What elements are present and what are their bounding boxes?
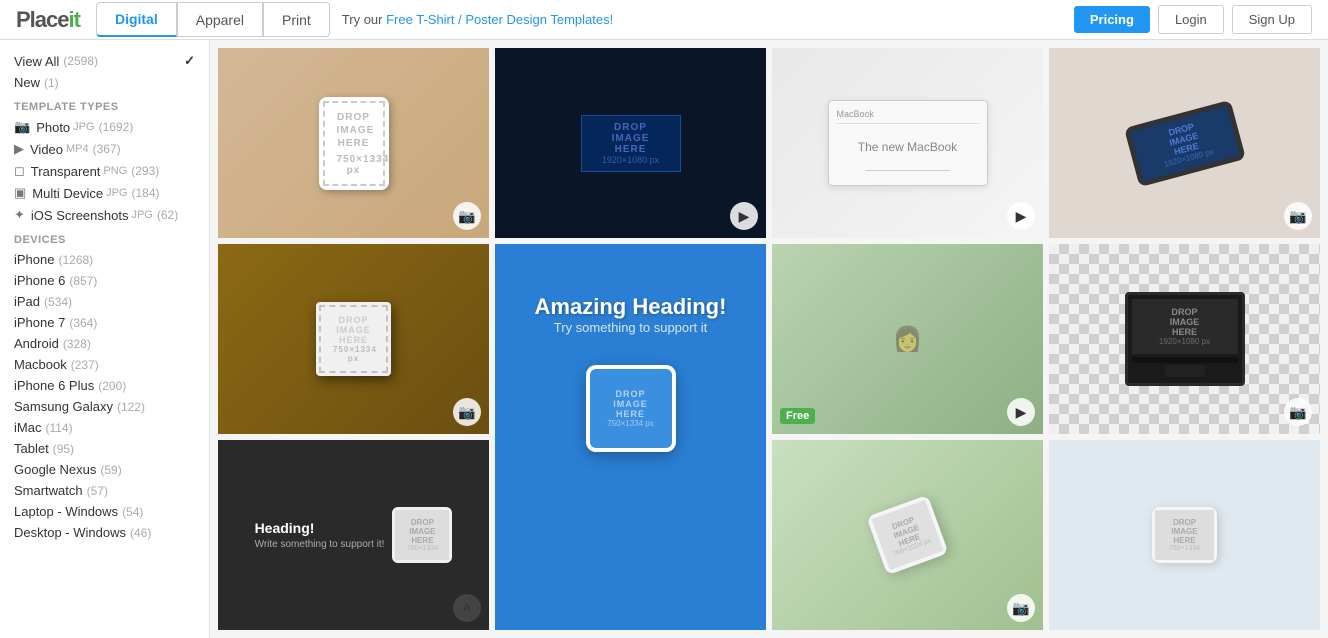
camera-icon-notebook: 📷 [453,398,481,426]
nav-tabs: Digital Apparel Print [96,2,330,37]
template-item-6[interactable]: Amazing Heading! Try something to suppor… [495,244,766,630]
template-item-7[interactable]: 👩 Free ▶ [772,244,1043,434]
sidebar-item-multi-device[interactable]: ▣ Multi Device JPG (184) [0,182,209,204]
sidebar-item-smartwatch[interactable]: Smartwatch (57) [0,480,209,501]
template-grid: DROPIMAGEHERE 750×1334 px 📷 DROPIMAGEHER… [218,48,1320,630]
template-item-10[interactable]: DROPIMAGEHERE 768×1024 px 📷 [772,440,1043,630]
transparent-icon: ◻ [14,163,25,179]
sidebar-item-desktop-windows[interactable]: Desktop - Windows (46) [0,522,209,543]
template-item-4[interactable]: DROPIMAGEHERE 1920×1080 px 📷 [1049,48,1320,238]
signup-button[interactable]: Sign Up [1232,5,1312,34]
checkmark-icon: ✓ [184,53,195,69]
pricing-button[interactable]: Pricing [1074,6,1150,33]
video-icon: ▶ [14,141,24,157]
sidebar-item-samsung[interactable]: Samsung Galaxy (122) [0,396,209,417]
promo-link[interactable]: Free T-Shirt / Poster Design Templates! [386,12,613,27]
sidebar-item-android[interactable]: Android (328) [0,333,209,354]
header-actions: Pricing Login Sign Up [1074,5,1312,34]
font-icon: A [453,594,481,622]
video-icon-woman: ▶ [1007,398,1035,426]
sidebar-item-iphone6[interactable]: iPhone 6 (857) [0,270,209,291]
template-item-1[interactable]: DROPIMAGEHERE 750×1334 px 📷 [218,48,489,238]
content-area: DROPIMAGEHERE 750×1334 px 📷 DROPIMAGEHER… [210,40,1328,638]
main-layout: View All (2598) ✓ New (1) Template Types… [0,40,1328,638]
multi-device-icon: ▣ [14,185,26,201]
sidebar-item-view-all[interactable]: View All (2598) ✓ [0,50,209,72]
camera-icon-tablet: 📷 [1284,202,1312,230]
camera-icon: 📷 [453,202,481,230]
template-item-3[interactable]: MacBook The new MacBook ▶ [772,48,1043,238]
sidebar-item-new[interactable]: New (1) [0,72,209,93]
sidebar: View All (2598) ✓ New (1) Template Types… [0,40,210,638]
sidebar-item-iphone7[interactable]: iPhone 7 (364) [0,312,209,333]
sidebar-item-laptop-windows[interactable]: Laptop - Windows (54) [0,501,209,522]
sidebar-item-imac[interactable]: iMac (114) [0,417,209,438]
sidebar-item-video[interactable]: ▶ Video MP4 (367) [0,138,209,160]
camera-icon-imac: 📷 [1284,398,1312,426]
free-badge: Free [780,408,815,424]
sidebar-item-photo[interactable]: 📷 Photo JPG (1692) [0,116,209,138]
sidebar-item-iphone[interactable]: iPhone (1268) [0,249,209,270]
sidebar-item-ipad[interactable]: iPad (534) [0,291,209,312]
header: Placeit Digital Apparel Print Try our Fr… [0,0,1328,40]
promo-text: Try our Free T-Shirt / Poster Design Tem… [342,12,1074,27]
devices-label: Devices [0,226,209,249]
template-item-11[interactable]: DROPIMAGEHERE 750×1334 [1049,440,1320,630]
sidebar-item-macbook[interactable]: Macbook (237) [0,354,209,375]
sidebar-item-google-nexus[interactable]: Google Nexus (59) [0,459,209,480]
photo-icon: 📷 [14,119,30,135]
tab-digital[interactable]: Digital [96,2,177,37]
login-button[interactable]: Login [1158,5,1224,34]
sidebar-item-ios-screenshots[interactable]: ✦ iOS Screenshots JPG (62) [0,204,209,226]
video-icon: ▶ [730,202,758,230]
sidebar-item-iphone6plus[interactable]: iPhone 6 Plus (200) [0,375,209,396]
template-item-9[interactable]: Heading! Write something to support it! … [218,440,489,630]
tab-apparel[interactable]: Apparel [177,2,263,37]
camera-icon-tilt: 📷 [1007,594,1035,622]
template-item-2[interactable]: DROPIMAGEHERE 1920×1080 px ▶ [495,48,766,238]
logo: Placeit [16,7,80,33]
tab-print[interactable]: Print [263,2,330,37]
sidebar-item-transparent[interactable]: ◻ Transparent PNG (293) [0,160,209,182]
template-item-8[interactable]: DROPIMAGEHERE 1920×1080 px 📷 [1049,244,1320,434]
sidebar-item-tablet[interactable]: Tablet (95) [0,438,209,459]
ios-icon: ✦ [14,207,25,223]
template-item-5[interactable]: DROPIMAGEHERE 750×1334 px 📷 [218,244,489,434]
video-icon-macbook: ▶ [1007,202,1035,230]
template-types-label: Template Types [0,93,209,116]
